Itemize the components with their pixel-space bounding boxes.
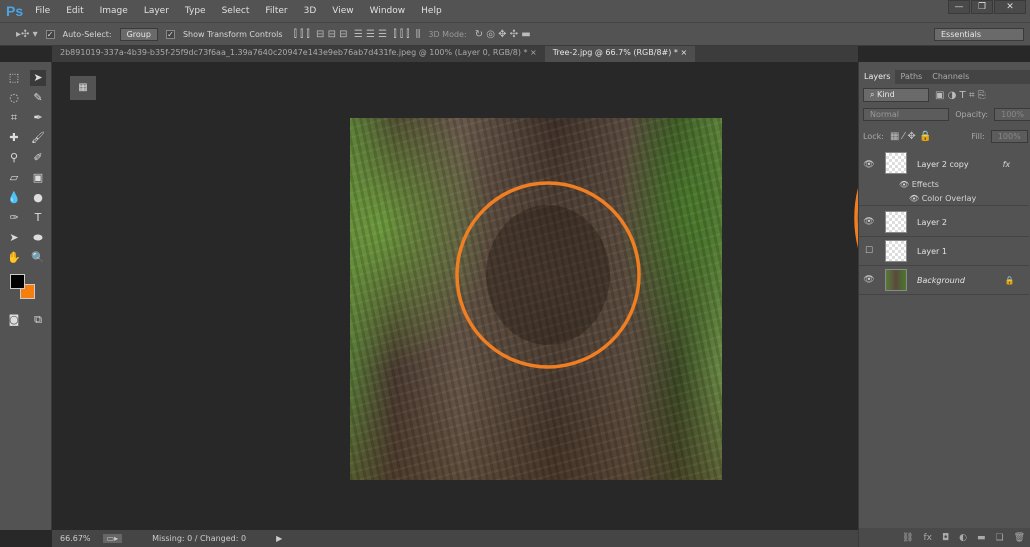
effects-text: Effects xyxy=(911,180,939,189)
lock-icons[interactable]: ▦ ⁄ ✥ 🔒 xyxy=(890,131,931,142)
layer-row-layer-2-copy[interactable]: 👁 Layer 2 copy fx 👁 Effects 👁 Color Over… xyxy=(859,148,1029,206)
layer-thumbnail xyxy=(885,269,907,291)
opacity-label: Opacity: xyxy=(955,110,989,119)
color-overlay-effect[interactable]: 👁 Color Overlay xyxy=(909,194,976,203)
adjustment-layer-icon[interactable]: ◐ xyxy=(959,533,967,543)
panel-tabs: Layers Paths Channels xyxy=(859,70,1030,84)
filter-kind-label: Kind xyxy=(877,90,895,99)
add-mask-icon[interactable]: ◘ xyxy=(942,533,949,543)
status-info: Missing: 0 / Changed: 0 xyxy=(152,534,247,543)
new-group-icon[interactable]: ▬ xyxy=(977,533,986,543)
new-layer-icon[interactable]: ❏ xyxy=(995,533,1003,543)
layer-row-layer-2[interactable]: 👁 Layer 2 xyxy=(859,208,1029,237)
layer-thumbnail xyxy=(885,240,907,262)
fx-icon[interactable]: fx xyxy=(1003,160,1011,169)
layer-thumbnail xyxy=(885,211,907,233)
layer-name: Layer 2 copy xyxy=(917,160,969,169)
filter-icons[interactable]: ▣ ◑ T ⌗ ⎘ xyxy=(935,90,986,101)
link-layers-icon[interactable]: ⛓ xyxy=(902,533,913,543)
visibility-eye-icon[interactable]: 👁 xyxy=(859,160,879,170)
fill-field[interactable]: 100% xyxy=(990,130,1028,143)
visibility-eye-icon[interactable]: 👁 xyxy=(859,217,879,227)
lock-icon: 🔒 xyxy=(1004,275,1015,285)
layer-name: Layer 1 xyxy=(917,246,947,256)
layers-footer: ⛓ fx ◘ ◐ ▬ ❏ 🗑 xyxy=(859,528,1030,547)
lock-label: Lock: xyxy=(863,132,884,141)
tab-layers[interactable]: Layers xyxy=(859,70,896,84)
layer-row-layer-1[interactable]: ☐ Layer 1 xyxy=(859,237,1029,266)
tab-channels[interactable]: Channels xyxy=(927,70,974,84)
effects-label: 👁 Effects xyxy=(899,180,939,189)
status-menu-arrow[interactable]: ▶ xyxy=(276,534,282,543)
visibility-toggle-off[interactable]: ☐ xyxy=(859,246,879,256)
tab-paths[interactable]: Paths xyxy=(895,70,927,84)
zoom-level[interactable]: 66.67% xyxy=(60,534,91,543)
add-style-icon[interactable]: fx xyxy=(923,533,932,543)
layer-thumbnail xyxy=(885,152,907,174)
visibility-eye-icon[interactable]: 👁 xyxy=(859,275,879,285)
status-info-icon[interactable]: ▭▸ xyxy=(102,534,123,543)
filter-kind-dropdown[interactable]: ⌕ Kind xyxy=(863,88,929,102)
tree-face xyxy=(486,205,610,345)
layer-row-background[interactable]: 👁 Background 🔒 xyxy=(859,266,1029,295)
blend-mode-dropdown[interactable]: Normal xyxy=(863,108,950,121)
effect-name: Color Overlay xyxy=(921,194,977,203)
status-bar: 66.67% ▭▸ Missing: 0 / Changed: 0 ▶ xyxy=(52,530,858,547)
opacity-field[interactable]: 100% xyxy=(994,108,1030,121)
layer-name: Background xyxy=(917,275,965,285)
delete-layer-icon[interactable]: 🗑 xyxy=(1014,533,1025,543)
layer-name: Layer 2 xyxy=(917,217,947,227)
layers-panel: Layers Paths Channels ⌕ Kind ▣ ◑ T ⌗ ⎘ N… xyxy=(858,62,1030,547)
fill-label: Fill: xyxy=(971,132,985,141)
